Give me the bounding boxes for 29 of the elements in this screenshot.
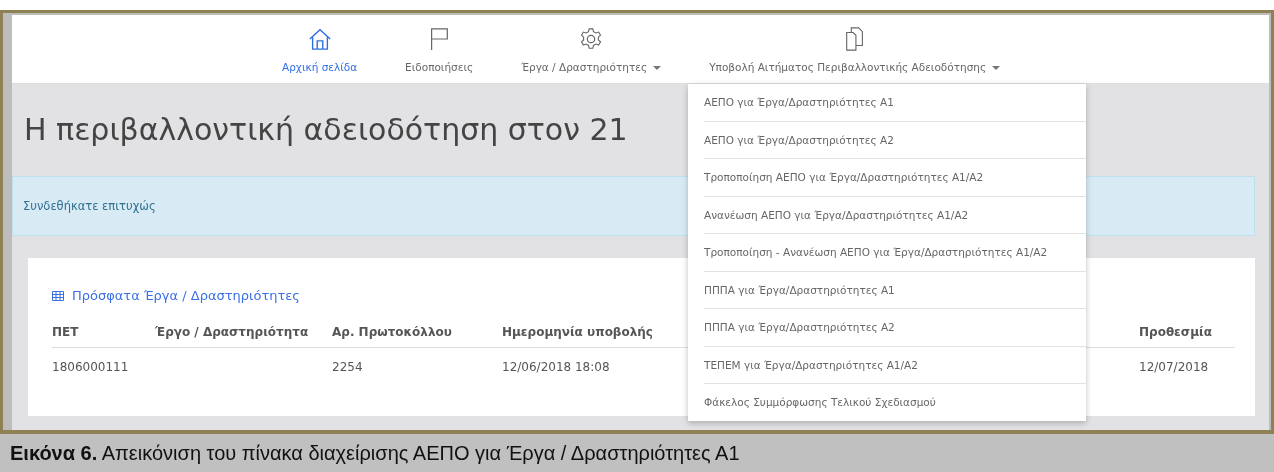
table-cell: 1806000111 <box>52 360 129 374</box>
nav-link[interactable]: Ειδοποιήσεις <box>381 15 498 83</box>
table-icon <box>52 290 64 301</box>
dropdown-item[interactable]: Ανανέωση ΑΕΠΟ για Έργα/Δραστηριότητες Α1/Α2 <box>704 196 1086 234</box>
page-heading: Η περιβαλλοντική αδειοδότηση στον 21 <box>24 111 628 149</box>
figure-caption: Εικόνα 6. Απεικόνιση του πίνακα διαχείρισης ΑΕΠΟ για Έργα / Δραστηριότητες Α1 <box>0 434 1274 472</box>
dropdown-item[interactable]: ΠΠΠΑ για Έργα/Δραστηριότητες Α1 <box>704 271 1086 309</box>
home-icon <box>307 27 332 51</box>
dropdown-item[interactable]: ΑΕΠΟ για Έργα/Δραστηριότητες Α1 <box>704 84 1086 122</box>
dropdown-item[interactable]: ΑΕΠΟ για Έργα/Δραστηριότητες Α2 <box>704 121 1086 159</box>
settings-icon <box>579 27 604 51</box>
dropdown-item[interactable]: Τροποποίηση ΑΕΠΟ για Έργα/Δραστηριότητες Α1/Α2 <box>704 159 1086 197</box>
alert-message: Συνδεθήκατε επιτυχώς <box>23 199 156 213</box>
column-header: Αρ. Πρωτοκόλλου <box>332 325 452 339</box>
column-header: Έργο / Δραστηριότητα <box>155 325 309 339</box>
dropdown-item[interactable]: ΤΕΠΕΜ για Έργα/Δραστηριότητες Α1/Α2 <box>704 346 1086 384</box>
column-header: Ημερομηνία υποβολής <box>502 325 653 339</box>
table-cell: 12/06/2018 18:08 <box>502 360 610 374</box>
nav-link[interactable]: Αρχική σελίδα <box>258 15 382 83</box>
column-header: Προθεσμία <box>1139 325 1212 339</box>
panel-title: Πρόσφατα Έργα / Δραστηριότητες <box>72 288 300 303</box>
table-cell: 2254 <box>332 360 363 374</box>
table-cell: 12/07/2018 <box>1139 360 1209 374</box>
dropdown-item[interactable]: Φάκελος Συμμόρφωσης Τελικού Σχεδιασμού <box>704 384 1086 421</box>
nav-link[interactable]: Έργα / Δραστηριότητες <box>497 15 686 83</box>
dropdown-item[interactable]: ΠΠΠΑ για Έργα/Δραστηριότητες Α2 <box>704 309 1086 347</box>
column-header: ΠΕΤ <box>52 325 79 339</box>
nav-link[interactable]: Υποβολή Αιτήματος Περιβαλλοντικής Αδειοδότησης <box>685 15 1025 83</box>
dropdown-item[interactable]: Τροποποίηση - Ανανέωση ΑΕΠΟ για Έργα/Δραστηριότητες Α1/Α2 <box>704 234 1086 272</box>
